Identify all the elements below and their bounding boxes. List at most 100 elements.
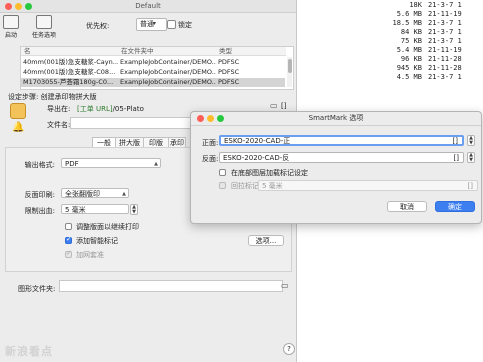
folder-icon[interactable]: ▭ [281, 281, 289, 290]
graphics-folder-input[interactable] [59, 280, 283, 292]
adjust-layout-label: 调整版面以继续打印 [76, 223, 139, 231]
front-variables-button[interactable]: [] [453, 137, 458, 146]
offset-marks-label: 回拉标记 [231, 182, 259, 190]
listing-row: 84 KB 21-3-7 1 [382, 28, 483, 37]
front-smartmark-input[interactable]: ESKO-2020-CAD-正 [] [219, 135, 464, 146]
add-smart-marks-checkbox[interactable] [65, 235, 72, 244]
output-path-prefix: [工单 URL] [77, 105, 113, 113]
main-titlebar: Default [0, 0, 296, 13]
priority-select[interactable]: 普通 [136, 18, 167, 31]
dialog-title: SmartMark 选项 [308, 114, 364, 122]
adjust-layout-checkbox[interactable] [65, 223, 72, 230]
listing-size: 75 KB [400, 37, 422, 45]
offset-marks-input: 5 毫米 [] [258, 180, 478, 191]
help-button[interactable]: ? [283, 343, 295, 355]
reverse-print-label: 反面印刷: [24, 191, 55, 199]
listing-size: 18K [409, 1, 422, 9]
limit-bleed-label: 限制出血: [24, 207, 55, 215]
filename-label: 文件名: [47, 121, 71, 129]
chevron-updown-icon: ▲ [122, 191, 126, 197]
listing-date: 21-3-7 1 [428, 28, 462, 36]
back-smartmark-value: ESKO-2020-CAD-反 [223, 154, 290, 162]
table-cell-folder: ExampleJobContainer/DEMO... [120, 68, 216, 76]
front-stepper[interactable]: ▲ ▼ [467, 135, 475, 146]
column-header-name[interactable]: 名 [21, 47, 118, 56]
listing-size: 96 KB [400, 55, 422, 63]
listing-row: 96 KB 21-11-28 [382, 55, 483, 64]
table-cell-name: M1703055-芦荟霜180g-C0... [23, 78, 114, 86]
bell-icon[interactable]: 🔔 [12, 122, 24, 133]
listing-date: 21-11-28 [428, 64, 462, 72]
table-row[interactable]: M1703055-芦荟霜180g-C0... ExampleJobContaine… [21, 78, 285, 87]
table-cell-folder: ExampleJobContainer/DEMO... [120, 58, 216, 66]
bottom-layer-checkbox[interactable] [219, 169, 226, 176]
table-cell-type: PDFSC [218, 78, 240, 86]
offset-marks-checkbox [219, 182, 226, 189]
offset-variables-button: [] [467, 182, 473, 190]
back-label: 反面: [202, 155, 219, 163]
column-header-folder[interactable]: 在文件夹中 [118, 47, 216, 56]
table-cell-name: 40mm(001版)急支糖浆-C08... [23, 68, 116, 76]
column-header-type[interactable]: 类型 [216, 47, 286, 56]
table-cell-folder: ExampleJobContainer/DEMO... [120, 78, 216, 86]
listing-date: 21-3-7 1 [428, 37, 462, 45]
priority-label: 优先权: [86, 22, 110, 30]
lock-checkbox[interactable] [167, 20, 176, 29]
listing-size: 5.4 MB [396, 46, 422, 54]
table-cell-type: PDFSC [218, 68, 240, 76]
imposition-step-icon[interactable] [10, 103, 26, 119]
listing-row: 75 KB 21-3-7 1 [382, 37, 483, 46]
dialog-divider [191, 125, 481, 126]
output-format-value: PDF [65, 160, 79, 168]
chevron-down-icon: ▾ [153, 20, 157, 27]
job-file-list[interactable]: 名 在文件夹中 类型 40mm(001版)急支糖浆-Cayn... Example… [20, 46, 294, 90]
limit-bleed-stepper[interactable]: ▲ ▼ [130, 204, 138, 215]
limit-bleed-input[interactable]: 5 毫米 [61, 204, 129, 214]
listing-size: 84 KB [400, 28, 422, 36]
chevron-updown-icon: ▲ [154, 161, 158, 167]
listing-date: 21-11-19 [428, 46, 462, 54]
folder-icon[interactable]: ▭ [270, 101, 278, 110]
list-scroll-thumb[interactable] [288, 59, 292, 73]
listing-date: 21-11-19 [428, 10, 462, 18]
listing-row: 945 KB 21-11-28 [382, 64, 483, 73]
back-variables-button[interactable]: [] [454, 153, 459, 164]
table-row[interactable]: 40mm(001版)急支糖浆-C08... ExampleJobContainer… [21, 68, 285, 77]
listing-date: 21-11-28 [428, 55, 462, 63]
output-variables-button[interactable]: [] [281, 102, 286, 110]
graphics-folder-label: 图形文件夹: [18, 285, 56, 293]
output-path-suffix: /05-Plato [112, 105, 144, 113]
bottom-layer-label: 在底部图层加载标记设定 [231, 169, 308, 177]
window-title: Default [135, 2, 161, 10]
listing-date: 21-3-7 1 [428, 1, 462, 9]
listing-date: 21-3-7 1 [428, 19, 462, 27]
smart-marks-options-button[interactable]: 选项... [248, 235, 284, 246]
watermark: 新浪看点 [5, 345, 53, 358]
background-file-listing: 18K 21-3-7 1 5.6 MB 21-11-19 18.5 MB 21-3-7 1… [382, 0, 483, 120]
listing-row: 5.6 MB 21-11-19 [382, 10, 483, 19]
task-options-button[interactable]: 任务选项 [27, 15, 61, 39]
add-dieline-label: 加网套准 [76, 251, 104, 259]
back-smartmark-input[interactable]: ESKO-2020-CAD-反 [] [219, 152, 464, 163]
start-button[interactable]: 启动 [0, 15, 28, 39]
listing-size: 945 KB [396, 64, 422, 72]
start-label: 启动 [4, 32, 17, 39]
lock-label: 锁定 [178, 21, 192, 29]
listing-row: 18K 21-3-7 1 [382, 1, 483, 10]
reverse-print-value: 全张翻版印 [65, 190, 100, 198]
add-smart-marks-label: 添加智能标记 [76, 237, 118, 245]
add-dieline-checkbox [65, 249, 72, 258]
reverse-print-select[interactable]: 全张翻版印 ▲ [61, 188, 129, 198]
listing-size: 4.5 MB [396, 73, 422, 81]
listing-size: 18.5 MB [392, 19, 422, 27]
listing-row: 5.4 MB 21-11-19 [382, 46, 483, 55]
listing-size: 5.6 MB [396, 10, 422, 18]
output-label: 导出在: [47, 105, 71, 113]
back-stepper[interactable]: ▲ ▼ [467, 152, 475, 163]
output-format-select[interactable]: PDF ▲ [61, 158, 161, 168]
table-row[interactable]: 40mm(001版)急支糖浆-Cayn... ExampleJobContaine… [21, 58, 285, 67]
cancel-button[interactable]: 取消 [387, 201, 427, 212]
output-path[interactable]: [工单 URL]/05-Plato [77, 104, 144, 114]
ok-button[interactable]: 确定 [435, 201, 475, 212]
task-options-label: 任务选项 [31, 32, 56, 39]
